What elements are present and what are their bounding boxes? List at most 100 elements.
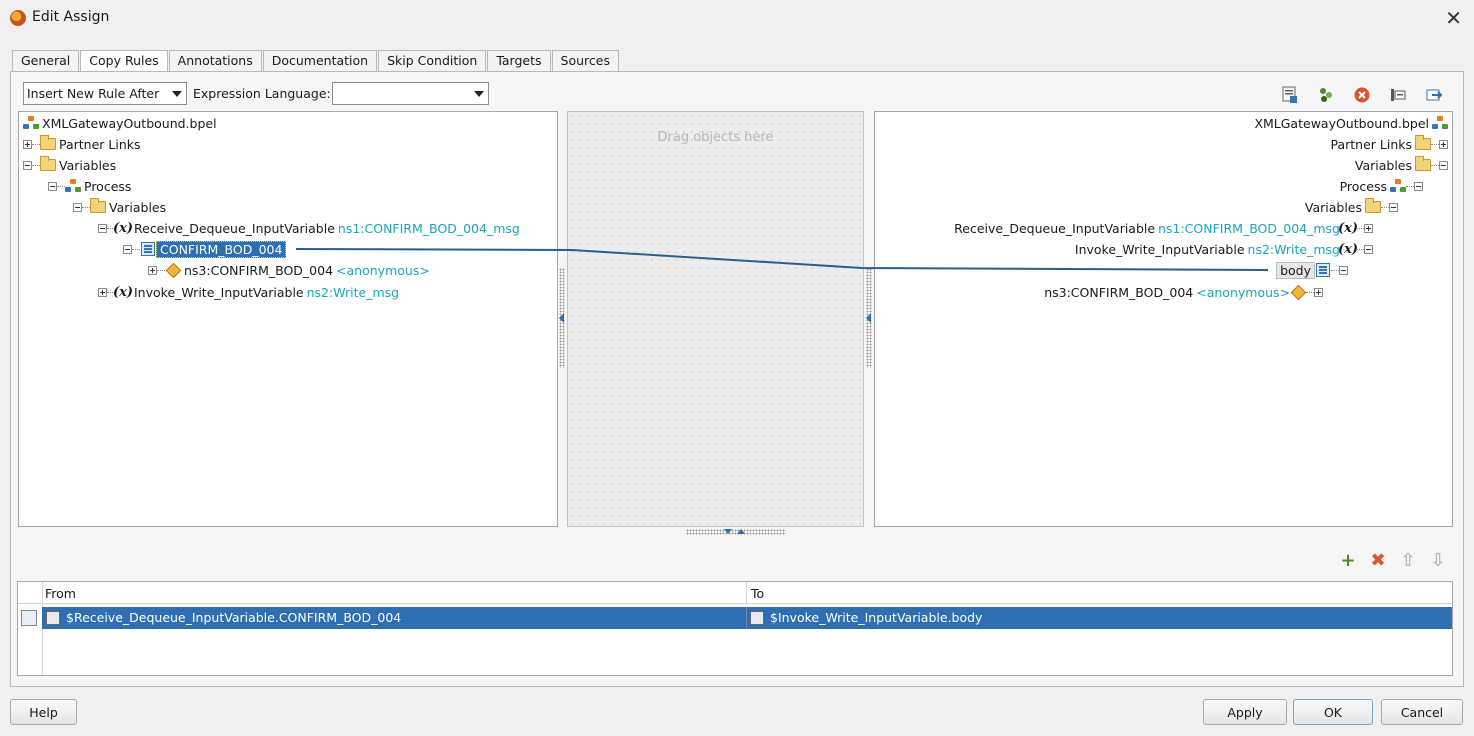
tab-annotations[interactable]: Annotations <box>168 50 262 72</box>
rule-actions: + ✖ ⇧ ⇩ <box>1338 550 1448 571</box>
target-receive-variable[interactable]: Receive_Dequeue_InputVariable ns1:CONFIR… <box>951 218 1373 238</box>
variable-icon: (x) <box>112 284 134 300</box>
message-part-icon <box>1315 263 1331 277</box>
expression-language-select[interactable] <box>332 82 489 105</box>
source-process-variables[interactable]: Variables <box>73 197 169 217</box>
collapse-left-icon[interactable] <box>559 313 565 323</box>
collapse-icon[interactable] <box>1389 202 1398 212</box>
insert-mode-select[interactable]: Insert New Rule After <box>23 82 187 105</box>
xpath-expression-icon[interactable] <box>1280 86 1300 104</box>
splitter-arrows-icon[interactable] <box>724 528 746 536</box>
target-invoke-variable[interactable]: Invoke_Write_InputVariable ns2:Write_msg… <box>1072 239 1373 259</box>
partner-links-label: Partner Links <box>1330 136 1412 152</box>
column-from[interactable]: From <box>45 586 76 601</box>
collapse-icon[interactable] <box>123 244 132 254</box>
xpath-icon <box>750 610 764 625</box>
expand-icon[interactable] <box>148 265 157 275</box>
invoke-variable-type: ns2:Write_msg <box>1247 241 1340 257</box>
target-body-part[interactable]: body <box>1276 260 1348 280</box>
process-variables-label: Variables <box>109 199 167 215</box>
confirm-element-type: <anonymous> <box>336 262 430 278</box>
expand-icon[interactable] <box>1439 139 1448 149</box>
collapse-icon[interactable] <box>1439 160 1448 170</box>
help-button[interactable]: Help <box>10 699 77 725</box>
source-variables[interactable]: Variables <box>23 155 119 175</box>
target-tree-panel[interactable]: XMLGatewayOutbound.bpel Partner Links Va… <box>874 111 1453 527</box>
expand-icon[interactable] <box>1364 223 1373 233</box>
source-root-label: XMLGatewayOutbound.bpel <box>42 115 217 131</box>
delete-icon[interactable]: ✖ <box>1368 550 1388 571</box>
target-variables[interactable]: Variables <box>1352 155 1448 175</box>
source-confirm-element[interactable]: ns3:CONFIRM_BOD_004 <anonymous> <box>148 260 430 280</box>
from-value: $Receive_Dequeue_InputVariable.CONFIRM_B… <box>66 610 402 625</box>
source-tree-panel[interactable]: XMLGatewayOutbound.bpel Partner Links Va… <box>18 111 558 527</box>
tab-strip: General Copy Rules Annotations Documenta… <box>12 50 620 73</box>
apply-button[interactable]: Apply <box>1203 699 1287 725</box>
collapse-icon[interactable] <box>1414 181 1423 191</box>
cancel-button[interactable]: Cancel <box>1381 699 1463 725</box>
expand-icon[interactable] <box>98 287 107 297</box>
append-icon[interactable] <box>1424 86 1444 104</box>
column-to[interactable]: To <box>751 586 764 601</box>
ok-button[interactable]: OK <box>1293 699 1373 725</box>
invoke-variable-type: ns2:Write_msg <box>306 284 400 300</box>
add-icon[interactable]: + <box>1338 550 1358 571</box>
table-row[interactable]: $Receive_Dequeue_InputVariable.CONFIRM_B… <box>42 607 1452 629</box>
drop-area[interactable]: Drag objects here <box>567 111 864 527</box>
complex-type-icon <box>1290 285 1306 299</box>
move-down-icon[interactable]: ⇩ <box>1428 550 1448 571</box>
target-root[interactable]: XMLGatewayOutbound.bpel <box>1251 113 1448 133</box>
chevron-down-icon <box>172 91 182 97</box>
source-partner-links[interactable]: Partner Links <box>23 134 144 154</box>
collapse-icon[interactable] <box>1339 265 1348 275</box>
source-root[interactable]: XMLGatewayOutbound.bpel <box>23 113 220 133</box>
target-process[interactable]: Process <box>1337 176 1423 196</box>
from-cell: $Receive_Dequeue_InputVariable.CONFIRM_B… <box>46 610 401 625</box>
body-element-label: ns3:CONFIRM_BOD_004 <box>1044 284 1194 300</box>
target-partner-links[interactable]: Partner Links <box>1327 134 1448 154</box>
process-label: Process <box>84 178 132 194</box>
collapse-icon[interactable] <box>73 202 82 212</box>
collapse-icon[interactable] <box>1364 244 1373 254</box>
close-icon[interactable]: ✕ <box>1445 6 1462 30</box>
collapse-right-icon[interactable] <box>866 313 872 323</box>
literal-icon[interactable] <box>1388 86 1408 104</box>
folder-open-icon <box>90 198 106 214</box>
drop-placeholder: Drag objects here <box>657 130 774 145</box>
title-bar: Edit Assign ✕ <box>0 0 1474 36</box>
source-invoke-variable[interactable]: (x) Invoke_Write_InputVariable ns2:Write… <box>98 282 399 302</box>
tab-skip-condition[interactable]: Skip Condition <box>378 50 487 72</box>
tab-sources[interactable]: Sources <box>551 50 619 72</box>
remove-icon[interactable] <box>1352 86 1372 104</box>
expand-icon[interactable] <box>1314 287 1323 297</box>
source-process[interactable]: Process <box>48 176 134 196</box>
source-confirm-part[interactable]: CONFIRM_BOD_004 <box>123 239 287 259</box>
target-process-variables[interactable]: Variables <box>1302 197 1398 217</box>
folder-open-icon <box>1365 198 1381 214</box>
folder-icon <box>1415 135 1431 151</box>
tab-copy-rules[interactable]: Copy Rules <box>80 50 168 73</box>
collapse-icon[interactable] <box>23 160 32 170</box>
copy-rule-icon <box>21 610 37 626</box>
variable-icon: (x) <box>1337 241 1359 257</box>
process-icon <box>65 179 81 193</box>
collapse-icon[interactable] <box>98 223 107 233</box>
expand-icon[interactable] <box>23 139 32 149</box>
tab-targets[interactable]: Targets <box>487 50 551 72</box>
bind-icon[interactable] <box>1316 86 1336 104</box>
variables-label: Variables <box>59 157 117 173</box>
target-body-element[interactable]: ns3:CONFIRM_BOD_004 <anonymous> <box>1041 282 1323 302</box>
body-part-label[interactable]: body <box>1276 261 1315 279</box>
column-divider <box>746 582 747 604</box>
cell-divider <box>746 607 747 629</box>
receive-variable-type: ns1:CONFIRM_BOD_004_msg <box>1158 220 1340 236</box>
tab-documentation[interactable]: Documentation <box>262 50 378 72</box>
confirm-part-label[interactable]: CONFIRM_BOD_004 <box>156 240 287 258</box>
to-cell: $Invoke_Write_InputVariable.body <box>750 610 982 625</box>
collapse-icon[interactable] <box>48 181 57 191</box>
expression-language-label: Expression Language: <box>193 86 331 101</box>
receive-variable-type: ns1:CONFIRM_BOD_004_msg <box>337 220 520 236</box>
move-up-icon[interactable]: ⇧ <box>1398 550 1418 571</box>
tab-general[interactable]: General <box>12 50 80 72</box>
source-receive-variable[interactable]: (x) Receive_Dequeue_InputVariable ns1:CO… <box>98 218 520 238</box>
